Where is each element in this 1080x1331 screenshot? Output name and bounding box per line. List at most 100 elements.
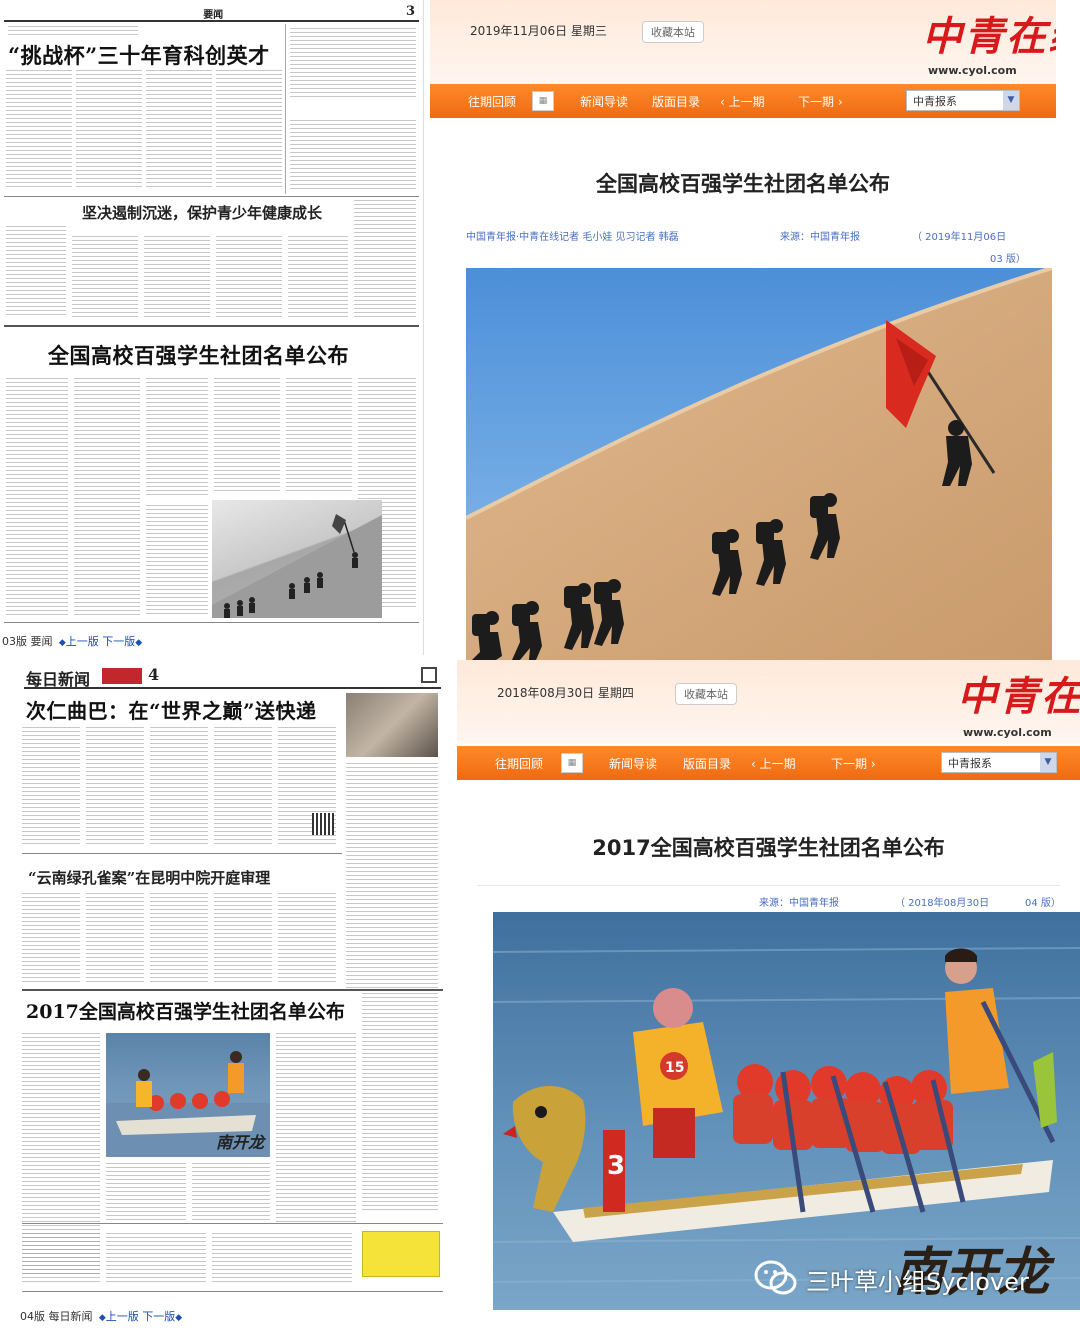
footer-page-label: 04版 每日新闻 [20,1310,93,1323]
chevron-down-icon: ▼ [1040,753,1056,772]
text-column [22,727,80,847]
yellow-ad-box [362,1231,440,1277]
paper-select[interactable]: 中青报系 ▼ [941,752,1057,773]
nav-next-issue[interactable]: 下一期 › [798,93,843,110]
headline-main: 全国高校百强学生社团名单公布 [48,343,349,368]
footer-rule [4,622,419,623]
headline-sub: 坚决遏制沉迷，保护青少年健康成长 [82,204,323,222]
dragon-boat-thumbnail: 南开龙 [106,1033,270,1157]
paper-select[interactable]: 中青报系 ▼ [906,90,1020,111]
text-column [22,893,80,983]
dragon-boat-drawing: 3 15 南开龙 [493,912,1080,1310]
site-header: 2018年08月30日 星期四 收藏本站 中青在线 www.cyol.com [457,660,1080,744]
site-url: www.cyol.com [928,64,1017,77]
text-column [216,70,282,190]
text-column [214,378,280,494]
section-rule [4,325,419,327]
text-column [6,226,66,318]
favorite-button[interactable]: 收藏本站 [675,683,737,705]
diamond-icon: ◆ [96,1313,106,1323]
chevron-down-icon: ▼ [1003,91,1019,110]
desert-march-drawing [466,268,1052,660]
site-logo[interactable]: 中青在线 [957,664,1080,722]
text-column [354,200,416,318]
favorite-button[interactable]: 收藏本站 [642,21,704,43]
text-column [214,893,272,983]
boat-number: 15 [665,1060,684,1076]
text-column [146,378,208,498]
nav-news[interactable]: 新闻导读 [580,93,628,110]
chevron-left-icon: ‹ [751,757,760,771]
article-page: 04 版） [1025,898,1061,909]
section-rule [22,989,443,991]
website-page-2: 2018年08月30日 星期四 收藏本站 中青在线 www.cyol.com 往… [457,660,1080,1331]
headline-sub: “云南绿孔雀案”在昆明中院开庭审理 [28,869,271,887]
text-column [146,70,212,190]
prev-page-link[interactable]: 上一版 [66,635,99,648]
paper-select-value: 中青报系 [948,757,992,770]
paper-select-value: 中青报系 [913,95,957,108]
bow-number: 3 [607,1151,625,1181]
nav-history[interactable]: 往期回顾 [495,755,543,772]
site-url: www.cyol.com [963,726,1052,739]
newspaper-page-2: 每日新闻 4 次仁曲巴：在“世界之巅”送快递 “云南绿孔雀案”在昆明中院开庭审理… [20,663,445,1331]
courier-photo [346,693,438,757]
article-source: 来源：中国青年报 [780,232,860,243]
calendar-icon[interactable]: ▦ [532,91,554,111]
nav-bar: 往期回顾 ▦ 新闻导读 版面目录 ‹ 上一期 下一期 › 中青报系 ▼ [430,84,1056,118]
calendar-icon[interactable]: ▦ [561,753,583,773]
text-column [146,505,208,615]
watermark-text: 三叶草小组Syclover [806,1268,1029,1296]
diamond-icon: ◆ [56,638,66,648]
article-title: 全国高校百强学生社团名单公布 [596,172,890,196]
headline-main: 2017全国高校百强学生社团名单公布 [26,1001,345,1023]
nav-history[interactable]: 往期回顾 [468,93,516,110]
diamond-icon: ◆ [135,638,143,648]
text-column [76,70,142,190]
page-number: 3 [405,4,415,19]
text-column [290,28,416,98]
issue-date: 2019年11月06日 星期三 [470,24,607,38]
article-byline: 中国青年报·中青在线记者 毛小娃 见习记者 韩磊 [466,232,679,243]
text-column [144,236,210,318]
text-block [8,26,138,38]
qr-code-icon [312,813,334,835]
nav-news[interactable]: 新闻导读 [609,755,657,772]
nav-toc[interactable]: 版面目录 [683,755,731,772]
headline-top: “挑战杯”三十年育科创英才 [8,43,270,68]
desert-march-photo [466,268,1052,660]
article-date: （ 2018年08月30日 [895,898,990,909]
newspaper-header: 要闻 3 [4,4,419,22]
text-column [86,727,144,847]
masthead-badge [102,668,142,684]
text-column [278,893,336,983]
next-page-link[interactable]: 下一版 [102,635,135,648]
text-column [106,1233,206,1283]
nav-toc[interactable]: 版面目录 [652,93,700,110]
desert-photo-drawing [212,514,382,618]
text-column [6,70,72,190]
column-rule [285,24,286,194]
article-title: 2017全国高校百强学生社团名单公布 [592,836,945,860]
page-footer: 04版 每日新闻 ◆上一版 下一版◆ [20,1308,182,1324]
nav-next-issue[interactable]: 下一期 › [831,755,876,772]
text-column [6,378,68,618]
dragon-boat-photo: 3 15 南开龙 [493,912,1080,1310]
prev-page-link[interactable]: 上一版 [106,1310,139,1323]
text-column [106,1163,186,1223]
section-rule [4,196,419,197]
wechat-icon [754,1260,797,1295]
issue-date: 2018年08月30日 星期四 [497,686,634,700]
site-header: 2019年11月06日 星期三 收藏本站 中青在线 www.cyol.com [430,0,1056,84]
section-rule [22,853,342,854]
text-column [216,236,282,318]
nav-prev-issue[interactable]: ‹ 上一期 [720,93,765,110]
text-column [74,378,140,618]
next-page-link[interactable]: 下一版 [142,1310,175,1323]
site-logo[interactable]: 中青在线 [922,4,1056,62]
qr-code-icon [421,667,437,683]
website-page-1: 2019年11月06日 星期三 收藏本站 中青在线 www.cyol.com 往… [430,0,1056,660]
diamond-icon: ◆ [175,1313,183,1323]
text-column [276,1033,356,1223]
nav-prev-issue[interactable]: ‹ 上一期 [751,755,796,772]
